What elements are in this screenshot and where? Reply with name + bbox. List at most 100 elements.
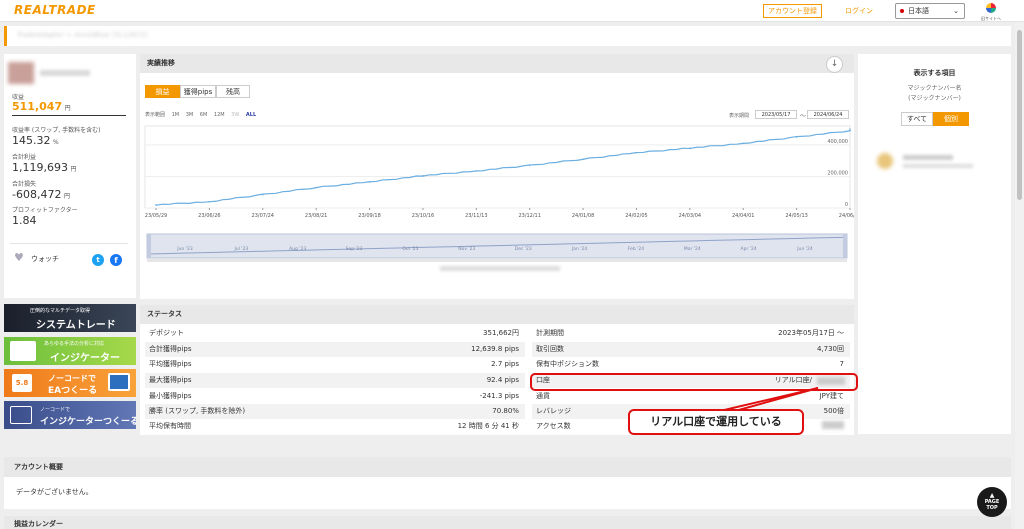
data-point	[475, 170, 478, 172]
pf-label: プロフィットファクター	[12, 207, 78, 214]
language-value: 日本語	[908, 7, 929, 15]
navigator-label: Jan '24	[571, 246, 587, 252]
status-value: 70.80%	[492, 407, 519, 415]
data-point	[795, 136, 798, 138]
status-value: -241.3 pips	[479, 392, 519, 400]
status-row-left: 勝率 (スワップ, 手数料を除外) 70.80%	[145, 404, 525, 419]
language-select[interactable]: 日本語 ⌄	[895, 3, 965, 19]
custom-toggle[interactable]: 個別	[933, 112, 969, 126]
status-key: 最小獲得pips	[149, 392, 192, 400]
status-row-left: 平均保有時間 12 時間 6 分 41 秒	[145, 419, 525, 434]
rate-value: 145.32	[12, 134, 51, 147]
chevron-down-icon: ⌄	[953, 7, 959, 15]
x-tick-label: 23/09/18	[358, 213, 380, 219]
navigator-handle-right	[843, 234, 847, 258]
x-tick-label: 23/08/21	[305, 213, 327, 219]
signup-button[interactable]: アカウント登録	[763, 4, 822, 18]
status-row-left: 最大獲得pips 92.4 pips	[145, 373, 525, 388]
page-top-button[interactable]: ▲ PAGE TOP	[977, 487, 1007, 517]
status-key: 最大獲得pips	[149, 376, 192, 384]
ad-main: インジケーターつくーる	[40, 417, 136, 427]
date-from-input[interactable]: 2023/05/17	[755, 110, 797, 119]
download-icon[interactable]: ↓	[826, 56, 843, 73]
watch-label[interactable]: ウォッチ	[31, 254, 59, 264]
range-label: 表示範囲	[145, 112, 166, 118]
status-value: 12,639.8 pips	[471, 345, 519, 353]
period-label: 表示期間	[729, 113, 750, 119]
date-to-input[interactable]: 2024/06/24	[807, 110, 849, 119]
old-site-link[interactable]: 旧サイトへ	[979, 3, 1003, 21]
tab-pips[interactable]: 獲得pips	[180, 85, 216, 98]
magic-sub: (マジックナンバー)	[908, 95, 961, 102]
breadcrumb-text: TradeAdapter > AnnieBlue (5L12672)	[17, 31, 148, 39]
range-all[interactable]: ALL	[246, 112, 256, 118]
status-row-left: 平均獲得pips 2.7 pips	[145, 357, 525, 372]
range-6m[interactable]: 6M	[200, 112, 208, 118]
chart-footer-blurred	[440, 266, 560, 271]
magic-number-label: マジックナンバー名 (マジックナンバー)	[858, 84, 1011, 104]
ad-ea-tool[interactable]: 5.8 ノーコードで EAつくーる	[4, 369, 136, 397]
range-3w[interactable]: 3W	[231, 112, 239, 118]
account-summary-panel: アカウント概要	[4, 457, 1011, 509]
status-key: アクセス数	[536, 422, 571, 430]
total-loss-value: -608,472	[12, 188, 62, 201]
ad-indicator[interactable]: あらゆる手法の分析に対応 インジケーター	[4, 337, 136, 365]
range-selector: 表示範囲 1M 3M 6M 12M 3W ALL	[145, 111, 261, 118]
navigator-label: Dec '23	[515, 246, 532, 252]
status-key: デポジット	[149, 329, 184, 337]
x-tick-label: 23/11/13	[465, 213, 487, 219]
range-1m[interactable]: 1M	[172, 112, 180, 118]
range-12m[interactable]: 12M	[214, 112, 225, 118]
rate-label: 収益率 (スワップ, 手数料を含む)	[12, 127, 101, 134]
breadcrumb: TradeAdapter > AnnieBlue (5L12672)	[4, 26, 1011, 46]
y-tick-label: 200,000	[827, 170, 848, 176]
data-point	[582, 158, 584, 160]
avatar	[8, 62, 34, 84]
scrollbar-thumb[interactable]	[1017, 30, 1022, 200]
navigator-label: Jul '23	[233, 246, 248, 252]
status-key: 計測期間	[536, 329, 564, 337]
data-point	[261, 193, 264, 196]
data-point	[528, 164, 531, 167]
all-toggle[interactable]: すべて	[901, 112, 933, 126]
facebook-icon[interactable]: f	[110, 254, 122, 266]
login-link[interactable]: ログイン	[845, 4, 873, 18]
navigator-label: Mar '24	[684, 246, 701, 252]
range-3m[interactable]: 3M	[186, 112, 194, 118]
data-point	[689, 147, 691, 149]
status-title: ステータス	[140, 305, 854, 324]
ad-system-trade[interactable]: 圧倒的なマルチデータ取得 システムトレード	[4, 304, 136, 332]
ad-indicator-tool[interactable]: ノーコードで インジケーターつくーる	[4, 401, 136, 429]
y-tick-label: 0	[845, 202, 848, 208]
data-point	[208, 200, 211, 203]
tab-profit[interactable]: 損益	[145, 85, 180, 98]
site-logo[interactable]: REALTRADE	[14, 3, 96, 17]
status-row-left: デポジット 351,662円	[145, 326, 525, 341]
display-items-panel	[858, 54, 1011, 434]
navigator-label: Jun '24	[796, 246, 813, 252]
ad-sub: 圧倒的なマルチデータ取得	[30, 308, 91, 314]
status-value: 12 時間 6 分 41 秒	[457, 422, 519, 430]
profit-unit: 円	[64, 105, 71, 112]
x-tick-label: 24/02/05	[625, 213, 647, 219]
ea-avatar	[877, 153, 893, 169]
status-row-left: 合計獲得pips 12,639.8 pips	[145, 342, 525, 357]
tab-balance[interactable]: 残高	[216, 85, 250, 98]
status-value: 2023年05月17日 ～	[778, 329, 844, 337]
chart-icon	[10, 406, 32, 424]
total-profit-row: 1,119,693 円	[12, 161, 77, 174]
ea-name-blurred[interactable]	[903, 155, 953, 160]
status-row-right: 計測期間 2023年05月17日 ～	[532, 326, 850, 341]
status-key: 平均保有時間	[149, 422, 191, 430]
data-point	[368, 181, 371, 183]
y-tick-label: 400,000	[827, 139, 848, 145]
calendar-title: 損益カレンダー	[4, 516, 1011, 529]
navigator-label: Oct '23	[402, 246, 418, 252]
status-row-left: 最小獲得pips -241.3 pips	[145, 389, 525, 404]
heart-icon[interactable]: ♥	[14, 251, 24, 264]
old-site-icon	[986, 3, 996, 13]
navigator-label: Jun '23	[176, 246, 193, 252]
ad-main: インジケーター	[50, 353, 120, 364]
twitter-icon[interactable]: t	[92, 254, 104, 266]
data-point	[635, 152, 638, 154]
